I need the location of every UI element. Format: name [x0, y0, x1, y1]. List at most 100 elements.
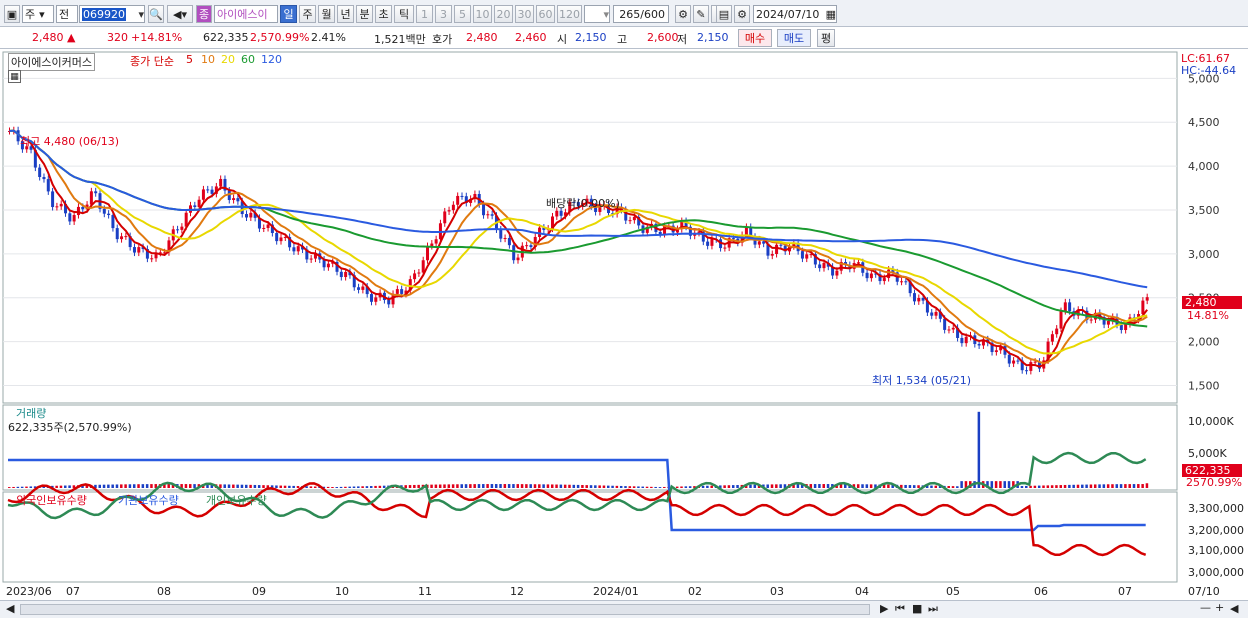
- period-minute[interactable]: 분: [356, 5, 373, 23]
- min-3[interactable]: 3: [435, 5, 452, 23]
- volume-bar: [1059, 485, 1063, 488]
- min-20[interactable]: 20: [494, 5, 513, 23]
- zoom-out-icon[interactable]: —: [1200, 601, 1211, 614]
- date-input[interactable]: 2024/07/10 ▦: [753, 5, 837, 23]
- candle: [525, 245, 529, 247]
- candle: [486, 214, 490, 216]
- scrollbar[interactable]: ◀ ▶ ⏮ ■ ⏭ — + ◀: [0, 600, 1248, 618]
- candle: [94, 191, 98, 194]
- min-1[interactable]: 1: [416, 5, 433, 23]
- buy-button[interactable]: 매수: [738, 29, 772, 47]
- period-tick[interactable]: 틱: [394, 5, 414, 23]
- candle: [46, 179, 50, 192]
- stop-icon[interactable]: ■: [912, 602, 922, 615]
- stock-name[interactable]: 아이에스이: [214, 5, 278, 23]
- gear-icon[interactable]: ⚙: [734, 5, 750, 23]
- volume-bar: [775, 484, 778, 488]
- last-icon[interactable]: ⏭: [928, 602, 938, 616]
- period-second[interactable]: 초: [375, 5, 392, 23]
- volume-bar: [227, 484, 231, 488]
- low-price: 2,150: [697, 31, 729, 44]
- period-month[interactable]: 월: [318, 5, 335, 23]
- volume-bar: [520, 484, 524, 488]
- volume-bar: [1089, 484, 1093, 488]
- zoom-in-icon[interactable]: +: [1215, 601, 1224, 614]
- volume-bar: [477, 484, 481, 488]
- price-tick: 4,500: [1188, 116, 1220, 129]
- volume-bar: [1037, 485, 1041, 488]
- price-axis: 5,0004,5004,0003,5003,0002,5002,0001,500: [1188, 72, 1220, 392]
- search-icon[interactable]: 🔍: [148, 5, 164, 23]
- high-label: 고: [617, 33, 628, 46]
- volume-bar: [525, 484, 528, 488]
- volume-bar: [145, 484, 149, 488]
- volume-bar: [1081, 484, 1084, 488]
- volume-value: 622,335: [203, 31, 249, 44]
- min-10[interactable]: 10: [473, 5, 492, 23]
- chevron-down-icon: ▾: [138, 7, 144, 21]
- volume-bar: [947, 486, 950, 488]
- tool-icon[interactable]: ✎: [693, 5, 709, 23]
- candle: [68, 213, 72, 222]
- code-input[interactable]: 069920 ▾: [79, 5, 145, 23]
- candle: [107, 213, 111, 216]
- min-5[interactable]: 5: [454, 5, 471, 23]
- type-select[interactable]: 전: [56, 5, 78, 23]
- ma-5: 5: [186, 53, 193, 66]
- volume-bar: [1025, 485, 1028, 488]
- period-year[interactable]: 년: [337, 5, 354, 23]
- volume-bar: [887, 484, 890, 488]
- candle: [413, 273, 417, 280]
- price-tick: 3,500: [1188, 204, 1220, 217]
- volume-bar: [357, 486, 360, 488]
- candle: [236, 198, 240, 202]
- stock-legend[interactable]: 아이에스이커머스: [8, 53, 95, 71]
- stock-chart[interactable]: 5,0004,5004,0003,5003,0002,5002,0001,500: [0, 50, 1248, 621]
- min-60[interactable]: 60: [536, 5, 555, 23]
- up-arrow-icon: ▲: [67, 31, 76, 44]
- volume-bar: [490, 484, 494, 488]
- volume-bar: [68, 485, 71, 488]
- window-icon[interactable]: ▣: [4, 5, 20, 23]
- speaker-icon[interactable]: ◀▾: [167, 5, 193, 23]
- right-date: 07/10: [1188, 585, 1220, 598]
- volume-bar: [1137, 484, 1140, 488]
- volume-bar: [516, 484, 520, 488]
- period-week[interactable]: 주: [299, 5, 316, 23]
- scroll-track[interactable]: [20, 604, 870, 615]
- candle: [723, 247, 727, 249]
- candle: [994, 350, 998, 353]
- count-input[interactable]: 265/600: [613, 5, 669, 23]
- compare-icon[interactable]: ⚙: [675, 5, 691, 23]
- volume-bar: [1050, 485, 1054, 488]
- eval-button[interactable]: 평: [817, 29, 835, 47]
- min-120[interactable]: 120: [557, 5, 582, 23]
- first-icon[interactable]: ⏮: [895, 602, 905, 616]
- interval-select[interactable]: ▾: [584, 5, 610, 23]
- volume-pane: [2, 404, 1178, 491]
- volume-bar: [675, 486, 679, 488]
- volume-bar: [550, 484, 554, 488]
- scroll-right-icon[interactable]: ▶: [880, 602, 888, 615]
- save-icon[interactable]: ▤: [716, 5, 732, 23]
- sell-button[interactable]: 매도: [777, 29, 811, 47]
- candle: [456, 195, 460, 205]
- calendar-icon[interactable]: ▦: [8, 70, 21, 83]
- vol-axis-10000k: 10,000K: [1188, 415, 1234, 428]
- candle: [887, 269, 891, 279]
- candle: [818, 264, 822, 269]
- time-tick: 12: [510, 585, 524, 598]
- candle: [490, 214, 494, 216]
- volume-bar: [977, 411, 981, 488]
- high-annotation: 최고 4,480 (06/13): [20, 135, 120, 148]
- scroll-left-icon[interactable]: ◀: [6, 602, 14, 615]
- scroll-end-icon[interactable]: ◀: [1230, 602, 1238, 615]
- period-label: 주: [302, 8, 313, 21]
- min-30[interactable]: 30: [515, 5, 534, 23]
- chart-area[interactable]: 5,0004,5004,0003,5003,0002,5002,0001,500…: [0, 50, 1248, 621]
- volume-bar: [538, 484, 541, 488]
- volume-bar: [335, 487, 339, 488]
- volume-bar: [482, 484, 485, 488]
- period-day[interactable]: 일: [280, 5, 297, 23]
- market-select[interactable]: 주 ▾: [22, 5, 54, 23]
